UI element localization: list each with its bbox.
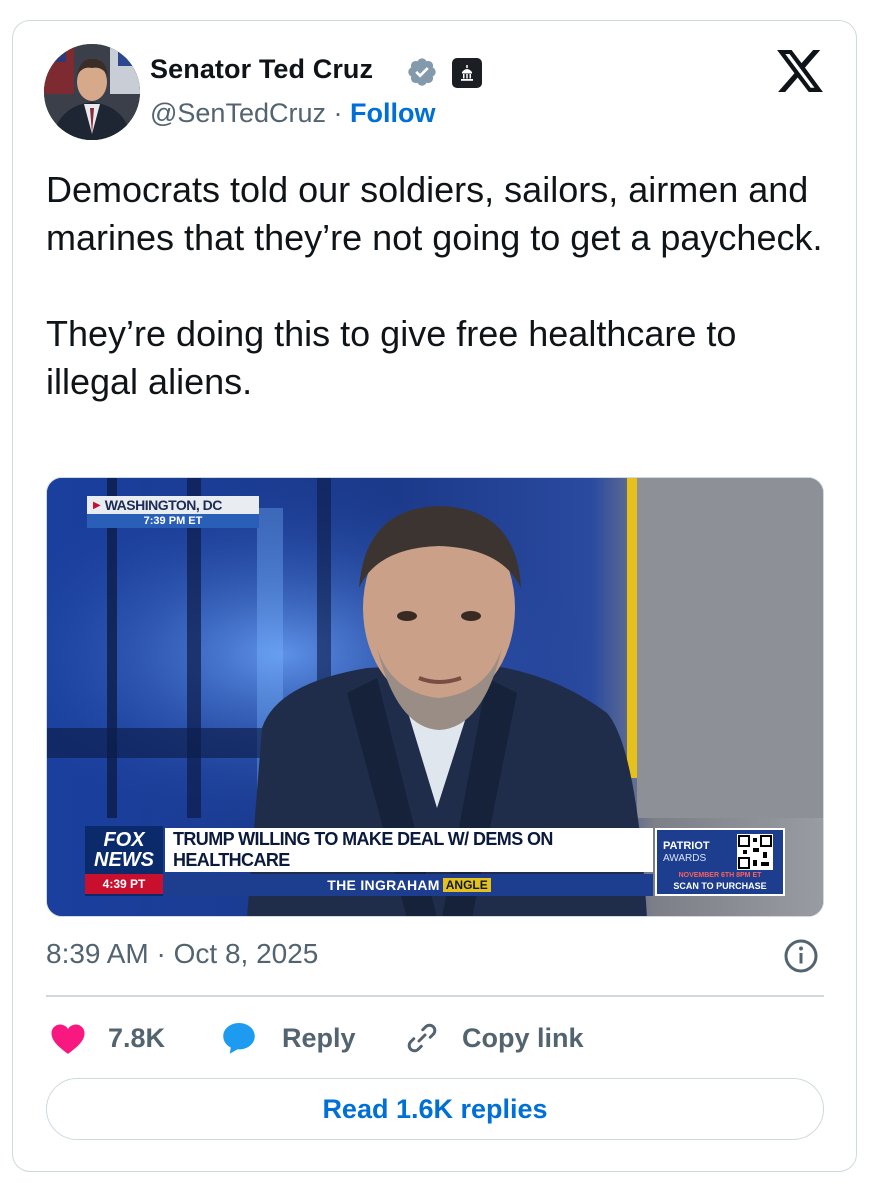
promo-date: NOVEMBER 6TH 8PM ET bbox=[678, 872, 762, 879]
play-triangle-icon: ▶ bbox=[93, 499, 101, 511]
fox-time: 4:39 PT bbox=[85, 874, 163, 894]
reply-label: Reply bbox=[282, 1022, 356, 1053]
like-count: 7.8K bbox=[108, 1022, 166, 1053]
location-label: WASHINGTON, DC bbox=[104, 497, 223, 513]
show-name-suffix: ANGLE bbox=[442, 878, 491, 892]
qr-code-icon bbox=[737, 834, 773, 870]
copy-link-button[interactable]: Copy link bbox=[404, 1016, 584, 1060]
fox-news-logo: FOX NEWS 4:39 PT bbox=[85, 826, 163, 896]
avatar-photo bbox=[44, 44, 140, 140]
tweet-video[interactable]: ▶ WASHINGTON, DC 7:39 PM ET FOX NEWS 4:3… bbox=[46, 477, 824, 917]
author-name[interactable]: Senator Ted Cruz bbox=[150, 54, 373, 85]
reply-bubble-icon bbox=[223, 1023, 255, 1054]
promo-line1: PATRIOT bbox=[663, 840, 710, 852]
divider bbox=[46, 995, 824, 997]
tweet-text: Democrats told our soldiers, sailors, ai… bbox=[46, 169, 823, 402]
promo-line2: AWARDS bbox=[663, 853, 707, 864]
lower-third-headline: TRUMP WILLING TO MAKE DEAL W/ DEMS ON HE… bbox=[165, 828, 653, 872]
like-button[interactable]: 7.8K bbox=[50, 1016, 165, 1060]
show-name: THE INGRAHAM bbox=[327, 877, 440, 893]
tweet-timestamp[interactable]: 8:39 AM · Oct 8, 2025 bbox=[46, 938, 318, 970]
headline-text: TRUMP WILLING TO MAKE DEAL W/ DEMS ON HE… bbox=[173, 829, 553, 870]
avatar[interactable] bbox=[44, 44, 140, 140]
author-handle[interactable]: @SenTedCruz bbox=[150, 98, 326, 128]
handle-row: @SenTedCruz · Follow bbox=[150, 98, 435, 129]
show-banner: THE INGRAHAM ANGLE bbox=[165, 874, 653, 896]
heart-icon bbox=[51, 1024, 85, 1054]
read-replies-button[interactable]: Read 1.6K replies bbox=[46, 1078, 824, 1140]
verified-badge-icon bbox=[408, 58, 436, 86]
promo-box: PATRIOT AWARDS NOVEMBER 6TH 8PM ET SCAN … bbox=[655, 828, 785, 896]
reply-button[interactable]: Reply bbox=[220, 1016, 356, 1060]
fox-logo-line2: NEWS bbox=[94, 849, 154, 871]
follow-button[interactable]: Follow bbox=[350, 98, 435, 128]
info-icon[interactable] bbox=[783, 938, 819, 974]
handle-separator: · bbox=[326, 98, 350, 128]
location-time: 7:39 PM ET bbox=[87, 514, 259, 528]
read-replies-label: Read 1.6K replies bbox=[322, 1093, 548, 1124]
promo-cta: SCAN TO PURCHASE bbox=[673, 881, 767, 891]
link-icon bbox=[407, 1023, 437, 1053]
fox-logo-line1: FOX bbox=[103, 829, 145, 851]
copy-link-label: Copy link bbox=[462, 1022, 584, 1053]
x-logo-icon[interactable] bbox=[777, 50, 823, 92]
government-building-icon bbox=[452, 58, 482, 88]
location-box: ▶ WASHINGTON, DC bbox=[87, 496, 259, 514]
